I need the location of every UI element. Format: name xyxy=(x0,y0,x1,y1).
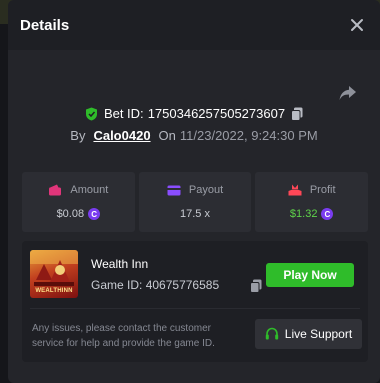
profit-label: Profit xyxy=(309,184,336,196)
bet-datetime: 11/23/2022, 9:24:30 PM xyxy=(179,128,318,143)
coin-icon: C xyxy=(321,208,334,220)
on-label: On xyxy=(158,128,176,143)
amount-value: $0.08 xyxy=(56,208,85,220)
bet-id-row: Bet ID: 1750346257505273607 xyxy=(8,106,380,121)
bet-id-label: Bet ID: xyxy=(103,106,144,121)
share-icon[interactable] xyxy=(338,84,358,102)
username-link[interactable]: Calo0420 xyxy=(93,128,150,143)
verified-shield-icon xyxy=(85,107,97,120)
card-icon xyxy=(167,185,181,195)
details-modal: Details Bet ID: 1750346257505273607 By C… xyxy=(8,0,380,383)
divider xyxy=(30,308,360,309)
game-card: WEALTHINN Wealth Inn Game ID: 4067577658… xyxy=(22,241,368,362)
stat-amount: Amount $0.08 C xyxy=(22,172,135,232)
support-message: Any issues, please contact the customer … xyxy=(32,323,215,349)
payout-value: 17.5 x xyxy=(180,208,210,220)
close-icon[interactable] xyxy=(346,14,368,36)
copy-bet-id-icon[interactable] xyxy=(291,107,303,121)
play-now-button[interactable]: Play Now xyxy=(266,263,354,287)
stat-payout: Payout 17.5 x xyxy=(138,172,252,232)
game-id: Game ID: 40675776585 xyxy=(91,278,219,292)
thumbnail-logo-text: WEALTHINN xyxy=(35,288,73,294)
bet-by-row: By Calo0420 On 11/23/2022, 9:24:30 PM xyxy=(8,128,380,143)
live-support-button[interactable]: Live Support xyxy=(255,319,362,349)
live-support-label: Live Support xyxy=(284,327,353,341)
game-id-value: 40675776585 xyxy=(145,278,220,292)
profit-icon xyxy=(288,184,302,196)
headset-icon xyxy=(265,327,278,340)
modal-title: Details xyxy=(20,16,70,34)
profit-value: $1.32 xyxy=(289,208,318,220)
coin-icon: C xyxy=(88,208,101,220)
modal-header: Details xyxy=(8,0,380,50)
game-id-label: Game ID: xyxy=(91,278,143,292)
copy-game-id-icon[interactable] xyxy=(250,279,262,293)
by-label: By xyxy=(70,128,86,143)
game-thumbnail[interactable]: WEALTHINN xyxy=(30,250,78,298)
bet-stats: Amount $0.08 C Payout 17.5 x Profit $1.3… xyxy=(22,172,369,232)
amount-label: Amount xyxy=(70,184,109,196)
game-name: Wealth Inn xyxy=(91,257,149,271)
bet-id-value: 1750346257505273607 xyxy=(147,106,286,121)
stat-profit: Profit $1.32 C xyxy=(255,172,369,232)
wallet-icon xyxy=(49,184,62,196)
payout-label: Payout xyxy=(188,184,224,196)
